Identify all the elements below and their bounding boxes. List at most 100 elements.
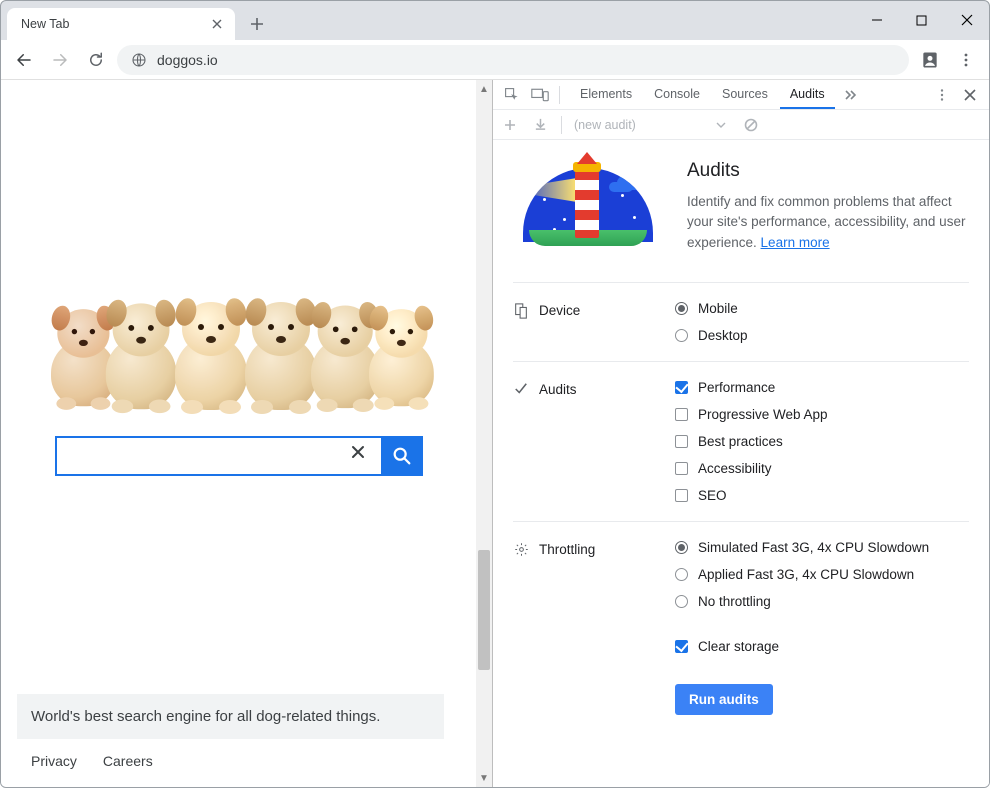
rendered-page: World's best search engine for all dog-r… xyxy=(1,80,493,787)
audits-intro: Audits Identify and fix common problems … xyxy=(687,160,969,260)
close-icon xyxy=(961,14,973,26)
section-throttling: Throttling Simulated Fast 3G, 4x CPU Slo… xyxy=(513,521,969,733)
radio-icon xyxy=(675,541,688,554)
radio-icon xyxy=(675,568,688,581)
tab-console[interactable]: Console xyxy=(644,80,710,109)
footer-link-careers[interactable]: Careers xyxy=(103,753,153,769)
devtools-tabs: Elements Console Sources Audits xyxy=(570,80,835,109)
audits-header: Audits Identify and fix common problems … xyxy=(513,160,969,282)
device-icon xyxy=(513,303,529,319)
more-tabs-button[interactable] xyxy=(837,82,863,108)
audit-option-seo[interactable]: SEO xyxy=(675,488,969,503)
audits-description: Identify and fix common problems that af… xyxy=(687,192,969,253)
close-icon xyxy=(212,19,222,29)
check-icon xyxy=(513,382,529,396)
device-toolbar-button[interactable] xyxy=(527,82,553,108)
device-option-desktop[interactable]: Desktop xyxy=(675,328,969,343)
devices-icon xyxy=(531,87,549,103)
checkbox-icon xyxy=(675,435,688,448)
forward-button[interactable] xyxy=(45,45,75,75)
scroll-down-icon[interactable]: ▼ xyxy=(476,769,492,787)
kebab-icon xyxy=(958,52,974,68)
browser-toolbar: doggos.io xyxy=(1,40,989,80)
account-icon xyxy=(920,50,940,70)
tab-audits[interactable]: Audits xyxy=(780,80,835,109)
account-button[interactable] xyxy=(915,45,945,75)
throttling-option-none[interactable]: No throttling xyxy=(675,594,969,609)
close-icon xyxy=(351,445,365,459)
checkbox-icon xyxy=(675,408,688,421)
audits-sub-toolbar: (new audit) xyxy=(493,110,989,140)
content-area: World's best search engine for all dog-r… xyxy=(1,80,989,787)
back-button[interactable] xyxy=(9,45,39,75)
browser-window: New Tab xyxy=(0,0,990,788)
audit-selector-label: (new audit) xyxy=(574,118,636,132)
audit-option-pwa[interactable]: Progressive Web App xyxy=(675,407,969,422)
learn-more-link[interactable]: Learn more xyxy=(761,235,830,250)
inspect-icon xyxy=(504,87,520,103)
scroll-thumb[interactable] xyxy=(478,550,490,670)
address-bar[interactable]: doggos.io xyxy=(117,45,909,75)
section-throttling-label: Throttling xyxy=(539,542,595,557)
throttling-option-applied[interactable]: Applied Fast 3G, 4x CPU Slowdown xyxy=(675,567,969,582)
clear-storage-option[interactable]: Clear storage xyxy=(675,639,969,654)
section-device-label: Device xyxy=(539,303,580,318)
inspect-element-button[interactable] xyxy=(499,82,525,108)
tab-close-button[interactable] xyxy=(209,16,225,32)
new-tab-button[interactable] xyxy=(243,10,271,38)
divider xyxy=(561,116,562,134)
arrow-left-icon xyxy=(15,51,33,69)
search-submit-button[interactable] xyxy=(381,436,423,476)
search-bar xyxy=(55,436,423,476)
footer-link-privacy[interactable]: Privacy xyxy=(31,753,77,769)
audits-title: Audits xyxy=(687,160,969,182)
audit-option-accessibility[interactable]: Accessibility xyxy=(675,461,969,476)
chevrons-right-icon xyxy=(843,88,857,102)
window-close-button[interactable] xyxy=(944,1,989,39)
audits-body: Audits Identify and fix common problems … xyxy=(493,140,989,787)
address-bar-url: doggos.io xyxy=(157,52,218,68)
devtools-close-button[interactable] xyxy=(957,82,983,108)
plus-icon xyxy=(504,119,516,131)
search-clear-button[interactable] xyxy=(351,445,365,459)
page-footer: World's best search engine for all dog-r… xyxy=(17,694,444,787)
clear-button[interactable] xyxy=(742,112,760,138)
tab-sources[interactable]: Sources xyxy=(712,80,778,109)
devtools-menu-button[interactable] xyxy=(929,82,955,108)
reload-button[interactable] xyxy=(81,45,111,75)
globe-icon xyxy=(131,52,147,68)
scroll-up-icon[interactable]: ▲ xyxy=(476,80,492,98)
arrow-right-icon xyxy=(51,51,69,69)
device-option-mobile[interactable]: Mobile xyxy=(675,301,969,316)
hero-image-puppies xyxy=(47,200,431,410)
divider xyxy=(559,86,560,104)
window-minimize-button[interactable] xyxy=(854,1,899,39)
throttling-option-simulated[interactable]: Simulated Fast 3G, 4x CPU Slowdown xyxy=(675,540,969,555)
footer-links: Privacy Careers xyxy=(17,739,444,787)
audit-option-best-practices[interactable]: Best practices xyxy=(675,434,969,449)
page-scrollbar[interactable]: ▲ ▼ xyxy=(476,80,492,787)
plus-icon xyxy=(250,17,264,31)
new-audit-button[interactable] xyxy=(501,112,519,138)
footer-tagline: World's best search engine for all dog-r… xyxy=(17,694,444,739)
chevron-down-icon xyxy=(716,120,726,130)
search-icon xyxy=(391,445,413,467)
audit-selector[interactable]: (new audit) xyxy=(574,118,726,132)
section-audits: Audits Performance Progressive Web App xyxy=(513,361,969,521)
download-icon xyxy=(534,118,547,131)
gear-icon xyxy=(513,542,529,557)
window-maximize-button[interactable] xyxy=(899,1,944,39)
browser-tab[interactable]: New Tab xyxy=(7,8,235,40)
minimize-icon xyxy=(871,14,883,26)
download-report-button[interactable] xyxy=(531,112,549,138)
lighthouse-illustration xyxy=(513,160,663,260)
search-input[interactable] xyxy=(55,436,381,476)
checkbox-icon xyxy=(675,640,688,653)
page-content: World's best search engine for all dog-r… xyxy=(1,80,476,787)
audit-option-performance[interactable]: Performance xyxy=(675,380,969,395)
tab-elements[interactable]: Elements xyxy=(570,80,642,109)
browser-menu-button[interactable] xyxy=(951,45,981,75)
checkbox-icon xyxy=(675,381,688,394)
kebab-icon xyxy=(935,88,949,102)
run-audits-button[interactable]: Run audits xyxy=(675,684,773,715)
